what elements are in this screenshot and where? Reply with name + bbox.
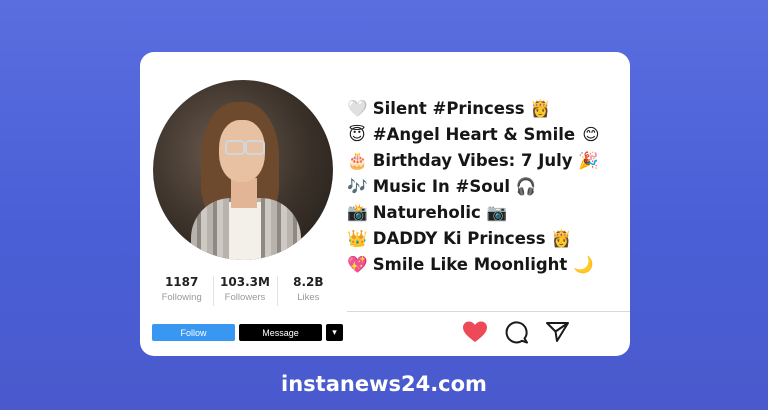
bio-text: Natureholic	[372, 203, 481, 222]
angel-face-icon: 😇	[348, 125, 366, 144]
bio-text: Music In #Soul	[372, 177, 510, 196]
follow-button[interactable]: Follow	[152, 324, 235, 341]
stat-likes-value: 8.2B	[293, 275, 324, 289]
action-divider	[347, 311, 630, 312]
party-popper-icon: 🎉	[578, 151, 599, 170]
camera-flash-icon: 📸	[347, 203, 368, 222]
bio-line: 👑 DADDY Ki Princess 👸	[347, 226, 630, 252]
bio-text: Smile Like Moonlight	[372, 255, 568, 274]
avatar-shirt	[229, 202, 261, 260]
website-caption: instanews24.com	[281, 372, 487, 396]
music-notes-icon: 🎶	[347, 177, 368, 196]
message-button[interactable]: Message	[239, 324, 322, 341]
smiling-face-icon: 😊	[582, 125, 600, 144]
heart-icon[interactable]	[462, 320, 488, 344]
stat-likes-label: Likes	[297, 292, 320, 303]
profile-avatar[interactable]	[153, 80, 333, 260]
bio-line: 💖 Smile Like Moonlight 🌙	[347, 252, 630, 278]
chevron-down-icon[interactable]: ▾	[326, 324, 343, 341]
avatar-neck	[231, 178, 257, 208]
avatar-glasses-left	[225, 140, 245, 155]
bio-line: 🎂 Birthday Vibes: 7 July 🎉	[347, 148, 630, 174]
sparkling-heart-icon: 💖	[347, 255, 368, 274]
stat-following[interactable]: 1187 Following	[150, 274, 213, 308]
profile-bio: 🤍 Silent #Princess 👸 😇 #Angel Heart & Sm…	[347, 96, 630, 278]
profile-card: 1187 Following 103.3M Followers 8.2B Lik…	[140, 52, 630, 356]
stat-followers-value: 103.3M	[220, 275, 270, 289]
avatar-glasses-right	[245, 140, 265, 155]
bio-line: 😇 #Angel Heart & Smile 😊	[347, 122, 630, 148]
profile-stats: 1187 Following 103.3M Followers 8.2B Lik…	[150, 274, 340, 308]
headphones-icon: 🎧	[515, 177, 537, 196]
princess-icon: 👸	[530, 99, 551, 118]
stat-following-label: Following	[161, 292, 202, 303]
white-heart-icon: 🤍	[347, 99, 368, 118]
bio-text: #Angel Heart & Smile	[372, 125, 576, 144]
birthday-cake-icon: 🎂	[347, 151, 368, 170]
bio-line: 📸 Natureholic 📷	[347, 200, 630, 226]
crown-icon: 👑	[347, 229, 368, 248]
camera-icon: 📷	[486, 203, 508, 222]
bio-line: 🤍 Silent #Princess 👸	[347, 96, 630, 122]
crescent-moon-icon: 🌙	[573, 255, 594, 274]
stat-likes[interactable]: 8.2B Likes	[276, 274, 340, 308]
share-icon[interactable]	[545, 320, 571, 344]
stat-following-value: 1187	[164, 275, 199, 289]
bio-text: Birthday Vibes: 7 July	[372, 151, 573, 170]
bio-text: Silent #Princess	[372, 99, 525, 118]
bio-text: DADDY Ki Princess	[372, 229, 546, 248]
bio-line: 🎶 Music In #Soul 🎧	[347, 174, 630, 200]
princess-icon: 👸	[551, 229, 572, 248]
comment-icon[interactable]	[504, 320, 530, 344]
stat-followers[interactable]: 103.3M Followers	[213, 274, 276, 308]
stat-followers-label: Followers	[224, 292, 266, 303]
